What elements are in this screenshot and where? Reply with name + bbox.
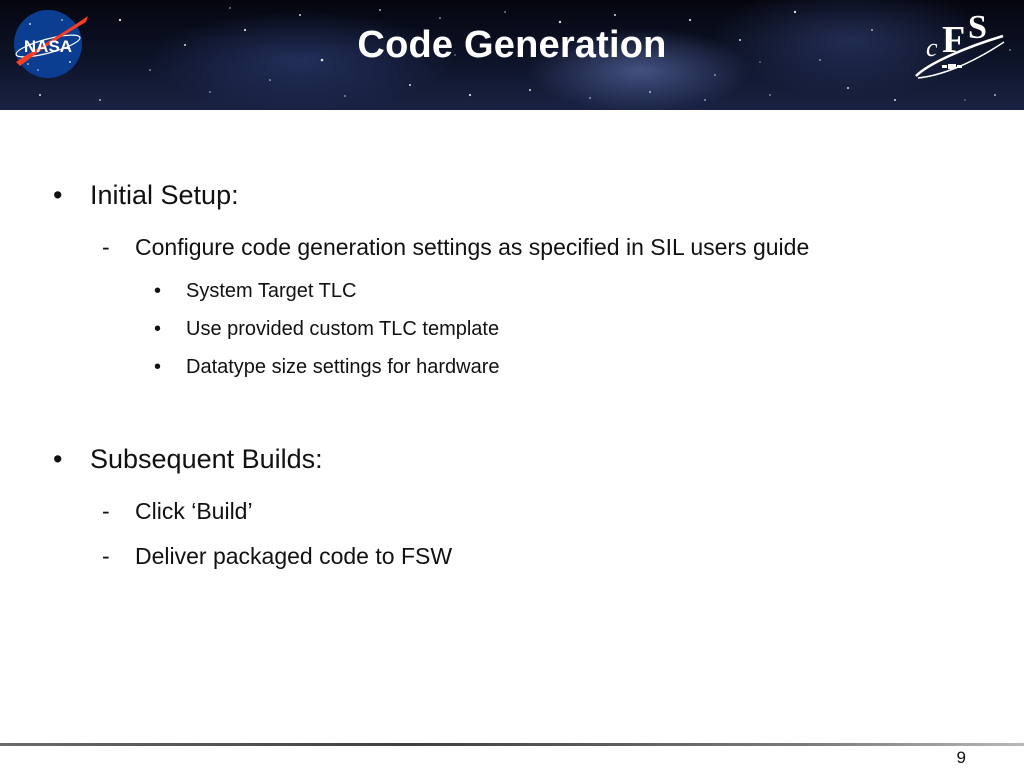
slide-body: • Initial Setup: - Configure code genera… — [0, 110, 1024, 740]
dash-marker: - — [102, 498, 110, 524]
page-number: 9 — [956, 748, 966, 767]
bullet-marker: • — [154, 356, 162, 378]
slide-title: Code Generation — [357, 24, 667, 66]
dash-marker: - — [102, 543, 110, 569]
svg-text:F: F — [942, 19, 965, 61]
subsubbullet-label: System Target TLC — [186, 280, 357, 302]
subbullet-label: Deliver packaged code to FSW — [135, 543, 453, 569]
bullet-marker: • — [53, 444, 63, 474]
dash-marker: - — [102, 234, 110, 260]
bullet-label: Initial Setup: — [90, 180, 239, 210]
cfs-logo: c F S — [915, 9, 1005, 79]
bullet-marker: • — [154, 280, 162, 302]
bullet-marker: • — [53, 180, 63, 210]
subbullet-label: Configure code generation settings as sp… — [135, 234, 810, 260]
svg-text:c: c — [926, 33, 938, 62]
subsubbullet-label: Datatype size settings for hardware — [186, 356, 500, 378]
bullet-label: Subsequent Builds: — [90, 444, 323, 474]
subsubbullet-label: Use provided custom TLC template — [186, 318, 500, 340]
footer-divider — [0, 743, 1024, 746]
slide-header: NASA Code Generation c F S — [0, 0, 1024, 110]
subbullet-label: Click ‘Build’ — [135, 498, 253, 524]
bullet-marker: • — [154, 318, 162, 340]
svg-text:S: S — [968, 9, 987, 46]
